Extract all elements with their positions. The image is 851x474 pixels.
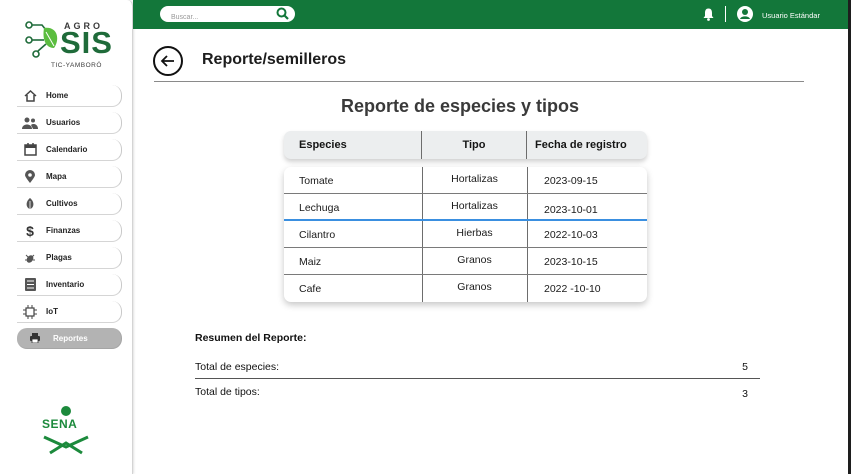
cell-tipo: Hortalizas (451, 173, 498, 185)
cell-fecha: 2022-10-03 (544, 229, 598, 241)
sidebar-item-iot[interactable]: IoT (17, 301, 122, 323)
divider (154, 81, 804, 82)
column-header-especies: Especies (284, 131, 422, 159)
bug-icon (22, 251, 38, 265)
sidebar-item-cultivos[interactable]: Cultivos (17, 193, 122, 215)
top-bar: Usuario Estándar (133, 0, 848, 29)
divider (195, 378, 760, 379)
cell-especie: Maiz (299, 256, 322, 268)
sidebar-item-label: IoT (46, 307, 58, 316)
users-icon (22, 116, 38, 130)
cell-fecha: 2023-10-01 (544, 204, 598, 216)
report-title: Reporte de especies y tipos (340, 96, 580, 116)
leaf-icon (22, 197, 38, 211)
column-header-tipo: Tipo (422, 131, 527, 159)
agrosis-logo: AGRO SIS TIC-YAMBORÓ (24, 18, 114, 70)
inventory-icon (22, 278, 38, 292)
logo-tagline: TIC-YAMBORÓ (51, 62, 102, 69)
dollar-icon: $ (26, 222, 34, 239)
cell-fecha: 2023-10-15 (544, 256, 598, 268)
cell-especie: Tomate (299, 175, 334, 187)
back-button[interactable] (153, 46, 183, 76)
app-window: AGRO SIS TIC-YAMBORÓ Home Usuarios Calen… (0, 0, 848, 474)
table-row[interactable]: Cafe Granos 2022 -10-10 (284, 275, 647, 302)
sidebar-item-home[interactable]: Home (17, 85, 122, 107)
divider (725, 6, 726, 22)
cell-tipo: Granos (457, 281, 492, 293)
sidebar-item-label: Usuarios (46, 118, 81, 127)
summary-label: Total de tipos: (195, 386, 260, 398)
printer-icon (27, 331, 43, 345)
search-icon[interactable] (276, 7, 289, 25)
table-body: Tomate Hortalizas 2023-09-15 Lechuga Hor… (284, 167, 647, 302)
bell-icon[interactable] (703, 8, 714, 26)
sena-text: SENA (42, 417, 78, 431)
user-name[interactable]: Usuario Estándar (762, 11, 820, 20)
calendar-icon (22, 143, 38, 157)
sidebar-item-mapa[interactable]: Mapa (17, 166, 122, 188)
cell-especie: Cafe (299, 283, 322, 295)
arrow-left-icon (160, 55, 174, 67)
sidebar-item-reportes[interactable]: Reportes (17, 328, 122, 349)
column-header-fecha: Fecha de registro (535, 139, 627, 151)
sidebar-item-label: Cultivos (46, 199, 78, 208)
sena-logo: SENA (40, 405, 92, 455)
cell-fecha: 2022 -10-10 (544, 283, 601, 295)
summary-value: 3 (742, 388, 748, 400)
home-icon (22, 89, 38, 103)
sidebar-item-usuarios[interactable]: Usuarios (17, 112, 122, 134)
cell-especie: Cilantro (299, 229, 336, 241)
summary-title: Resumen del Reporte: (195, 332, 307, 344)
sidebar-item-calendario[interactable]: Calendario (17, 139, 122, 161)
sidebar-item-plagas[interactable]: Plagas (17, 247, 122, 269)
cell-fecha: 2023-09-15 (544, 175, 598, 187)
sidebar-item-label: Finanzas (46, 226, 81, 235)
sidebar: AGRO SIS TIC-YAMBORÓ Home Usuarios Calen… (0, 0, 133, 474)
cell-tipo: Hierbas (456, 227, 493, 239)
logo-sis-text: SIS (60, 25, 113, 60)
summary-value: 5 (742, 361, 748, 373)
sidebar-item-label: Plagas (46, 253, 72, 262)
sidebar-item-label: Reportes (53, 333, 88, 343)
avatar[interactable] (737, 6, 753, 22)
map-pin-icon (22, 170, 38, 184)
page-title: Reporte/semilleros (202, 51, 347, 68)
sidebar-item-label: Inventario (46, 280, 85, 289)
cell-tipo: Granos (457, 254, 492, 266)
leaf-network-icon (25, 21, 58, 58)
cell-especie: Lechuga (299, 202, 340, 214)
cell-tipo: Hortalizas (451, 200, 498, 212)
table-row[interactable]: Tomate Hortalizas 2023-09-15 (284, 167, 647, 194)
search-input[interactable] (160, 9, 260, 26)
chip-icon (22, 304, 38, 319)
sidebar-nav: Home Usuarios Calendario Mapa Cultivos $… (17, 85, 122, 354)
table-header: Especies Tipo Fecha de registro (284, 131, 647, 159)
sidebar-item-finanzas[interactable]: $ Finanzas (17, 220, 122, 242)
sidebar-item-inventario[interactable]: Inventario (17, 274, 122, 296)
summary-label: Total de especies: (195, 361, 280, 373)
search-box (160, 6, 295, 26)
table-row[interactable]: Cilantro Hierbas 2022-10-03 (284, 221, 647, 248)
user-icon (740, 9, 750, 19)
sidebar-item-label: Calendario (46, 145, 88, 154)
table-row[interactable]: Maiz Granos 2023-10-15 (284, 248, 647, 275)
sidebar-item-label: Home (46, 91, 69, 100)
sidebar-item-label: Mapa (46, 172, 67, 181)
table-row[interactable]: Lechuga Hortalizas 2023-10-01 (284, 194, 647, 221)
